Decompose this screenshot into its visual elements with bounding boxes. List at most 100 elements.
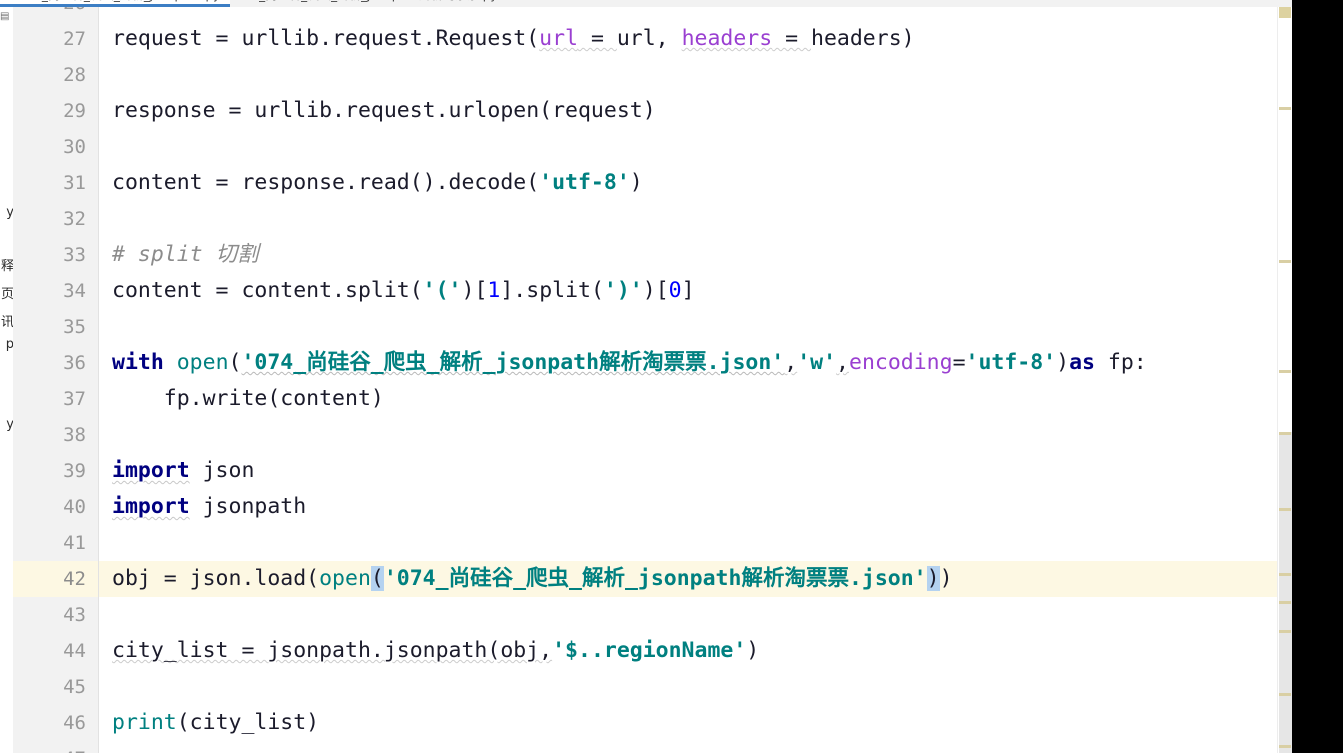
- error-stripe-marker[interactable]: [1279, 7, 1291, 18]
- error-stripe-marker[interactable]: [1279, 432, 1291, 435]
- code-token: '$..regionName': [552, 638, 747, 663]
- line-number[interactable]: 46: [16, 705, 86, 741]
- code-token: =: [578, 26, 617, 51]
- code-token: ')': [603, 278, 643, 303]
- line-number[interactable]: 33: [16, 237, 86, 273]
- code-token: url: [539, 26, 578, 51]
- error-stripe-margin[interactable]: [1277, 7, 1292, 753]
- project-file-label[interactable]: 页: [0, 283, 13, 302]
- code-token: ): [926, 566, 940, 591]
- line-number[interactable]: 37: [16, 381, 86, 417]
- line-number[interactable]: 32: [16, 201, 86, 237]
- code-line[interactable]: content = content.split('(')[1].split(')…: [112, 273, 695, 309]
- vertical-scrollbar-thumb[interactable]: [1279, 432, 1292, 753]
- line-number[interactable]: 35: [16, 309, 86, 345]
- line-number[interactable]: 45: [16, 669, 86, 705]
- code-token: print: [112, 710, 177, 735]
- line-number[interactable]: 36: [16, 345, 86, 381]
- code-line[interactable]: obj = json.load(open('074_尚硅谷_爬虫_解析_json…: [112, 561, 953, 597]
- code-line[interactable]: city_list = jsonpath.jsonpath(obj,'$..re…: [112, 633, 759, 669]
- line-number[interactable]: 30: [16, 129, 86, 165]
- code-token: ,: [836, 350, 849, 375]
- code-token: response = urllib.request.urlopen(reques…: [112, 98, 656, 123]
- line-number[interactable]: 31: [16, 165, 86, 201]
- code-token: ].split(: [500, 278, 604, 303]
- collapse-icon[interactable]: ▤: [0, 11, 12, 23]
- code-token: ]: [681, 278, 695, 303]
- line-number[interactable]: 29: [16, 93, 86, 129]
- line-number[interactable]: 43: [16, 597, 86, 633]
- error-stripe-marker[interactable]: [1279, 601, 1291, 604]
- code-line[interactable]: request = urllib.request.Request(url = u…: [112, 21, 915, 57]
- error-stripe-marker[interactable]: [1279, 260, 1291, 263]
- code-token: content = content.split(: [112, 278, 423, 303]
- error-stripe-marker[interactable]: [1279, 693, 1291, 696]
- line-number[interactable]: 41: [16, 525, 86, 561]
- error-stripe-marker[interactable]: [1279, 630, 1291, 633]
- code-token: url,: [616, 26, 682, 51]
- error-stripe-marker[interactable]: [1279, 508, 1291, 511]
- editor-tab-inactive[interactable]: 074_尚硅谷_爬虫_解析_jsonpath解析淘票票.py: [230, 0, 507, 7]
- code-line[interactable]: print(city_list): [112, 705, 319, 741]
- code-token: (city_list): [176, 710, 320, 735]
- project-file-label[interactable]: y: [0, 205, 13, 220]
- editor-tab-active[interactable]: 073_尚硅谷_爬虫_解析_jsonpath.py: [0, 0, 231, 7]
- code-line[interactable]: with open('074_尚硅谷_爬虫_解析_jsonpath解析淘票票.j…: [112, 345, 1147, 381]
- project-file-label[interactable]: 释: [0, 255, 13, 274]
- error-stripe-marker[interactable]: [1279, 107, 1291, 110]
- code-token: (: [228, 350, 242, 375]
- code-token: '(': [422, 278, 462, 303]
- line-number[interactable]: 47: [16, 741, 86, 753]
- code-token: 'utf-8': [539, 170, 630, 195]
- code-token: jsonpath: [189, 494, 307, 519]
- code-line[interactable]: import json: [112, 453, 254, 489]
- code-token: 'w': [797, 350, 837, 375]
- line-number[interactable]: 44: [16, 633, 86, 669]
- code-line[interactable]: fp.write(content): [112, 381, 384, 417]
- code-token: fp.write(content): [112, 386, 384, 411]
- editor-gutter[interactable]: 2627282930313233343536373839404142434445…: [13, 7, 99, 753]
- project-file-label[interactable]: y: [0, 417, 13, 432]
- project-file-label[interactable]: 讯: [0, 311, 13, 330]
- line-number[interactable]: 26: [16, 7, 86, 21]
- code-line[interactable]: content = response.read().decode('utf-8'…: [112, 165, 643, 201]
- code-token: '074_尚硅谷_爬虫_解析_jsonpath解析淘票票.json': [241, 350, 785, 375]
- error-stripe-marker[interactable]: [1279, 745, 1291, 748]
- code-token: )[: [461, 278, 488, 303]
- project-file-label[interactable]: p: [0, 337, 13, 352]
- line-number[interactable]: 34: [16, 273, 86, 309]
- code-token: '074_尚硅谷_爬虫_解析_jsonpath解析淘票票.json': [383, 566, 927, 591]
- code-token: obj = json.load(: [112, 566, 320, 591]
- code-token: 0: [668, 278, 682, 303]
- code-token: import: [112, 494, 190, 519]
- code-token: ,: [784, 350, 798, 375]
- error-stripe-marker[interactable]: [1279, 370, 1291, 373]
- code-token: json: [189, 458, 255, 483]
- editor-window: 073_尚硅谷_爬虫_解析_jsonpath.py 074_尚硅谷_爬虫_解析_…: [0, 0, 1292, 753]
- code-token: 1: [487, 278, 501, 303]
- code-token: fp:: [1094, 350, 1147, 375]
- editor-tab-label: 073_尚硅谷_爬虫_解析_jsonpath.py: [19, 0, 220, 2]
- line-number[interactable]: 27: [16, 21, 86, 57]
- code-line[interactable]: import jsonpath: [112, 489, 306, 525]
- code-token: headers): [811, 26, 915, 51]
- line-number[interactable]: 28: [16, 57, 86, 93]
- code-token: (: [370, 566, 384, 591]
- line-number[interactable]: 38: [16, 417, 86, 453]
- editor-tab-label: 074_尚硅谷_爬虫_解析_jsonpath解析淘票票.py: [236, 0, 497, 2]
- line-number[interactable]: 42: [16, 561, 86, 597]
- code-token: import: [112, 458, 190, 483]
- code-editor-area[interactable]: request = urllib.request.Request(url = u…: [99, 7, 1292, 753]
- code-token: request = urllib.request.Request(: [112, 26, 540, 51]
- error-stripe-marker[interactable]: [1279, 573, 1291, 576]
- code-token: 'utf-8': [965, 350, 1057, 375]
- code-token: encoding: [849, 350, 953, 375]
- code-token: =: [772, 26, 812, 51]
- project-tool-window-strip[interactable]: ▤ y 释 页 讯 p y: [0, 7, 14, 753]
- code-line[interactable]: # split 切割: [112, 237, 259, 273]
- code-line[interactable]: response = urllib.request.urlopen(reques…: [112, 93, 656, 129]
- line-number[interactable]: 39: [16, 453, 86, 489]
- line-number[interactable]: 40: [16, 489, 86, 525]
- code-token: =: [952, 350, 966, 375]
- code-token: content = response.read().decode(: [112, 170, 540, 195]
